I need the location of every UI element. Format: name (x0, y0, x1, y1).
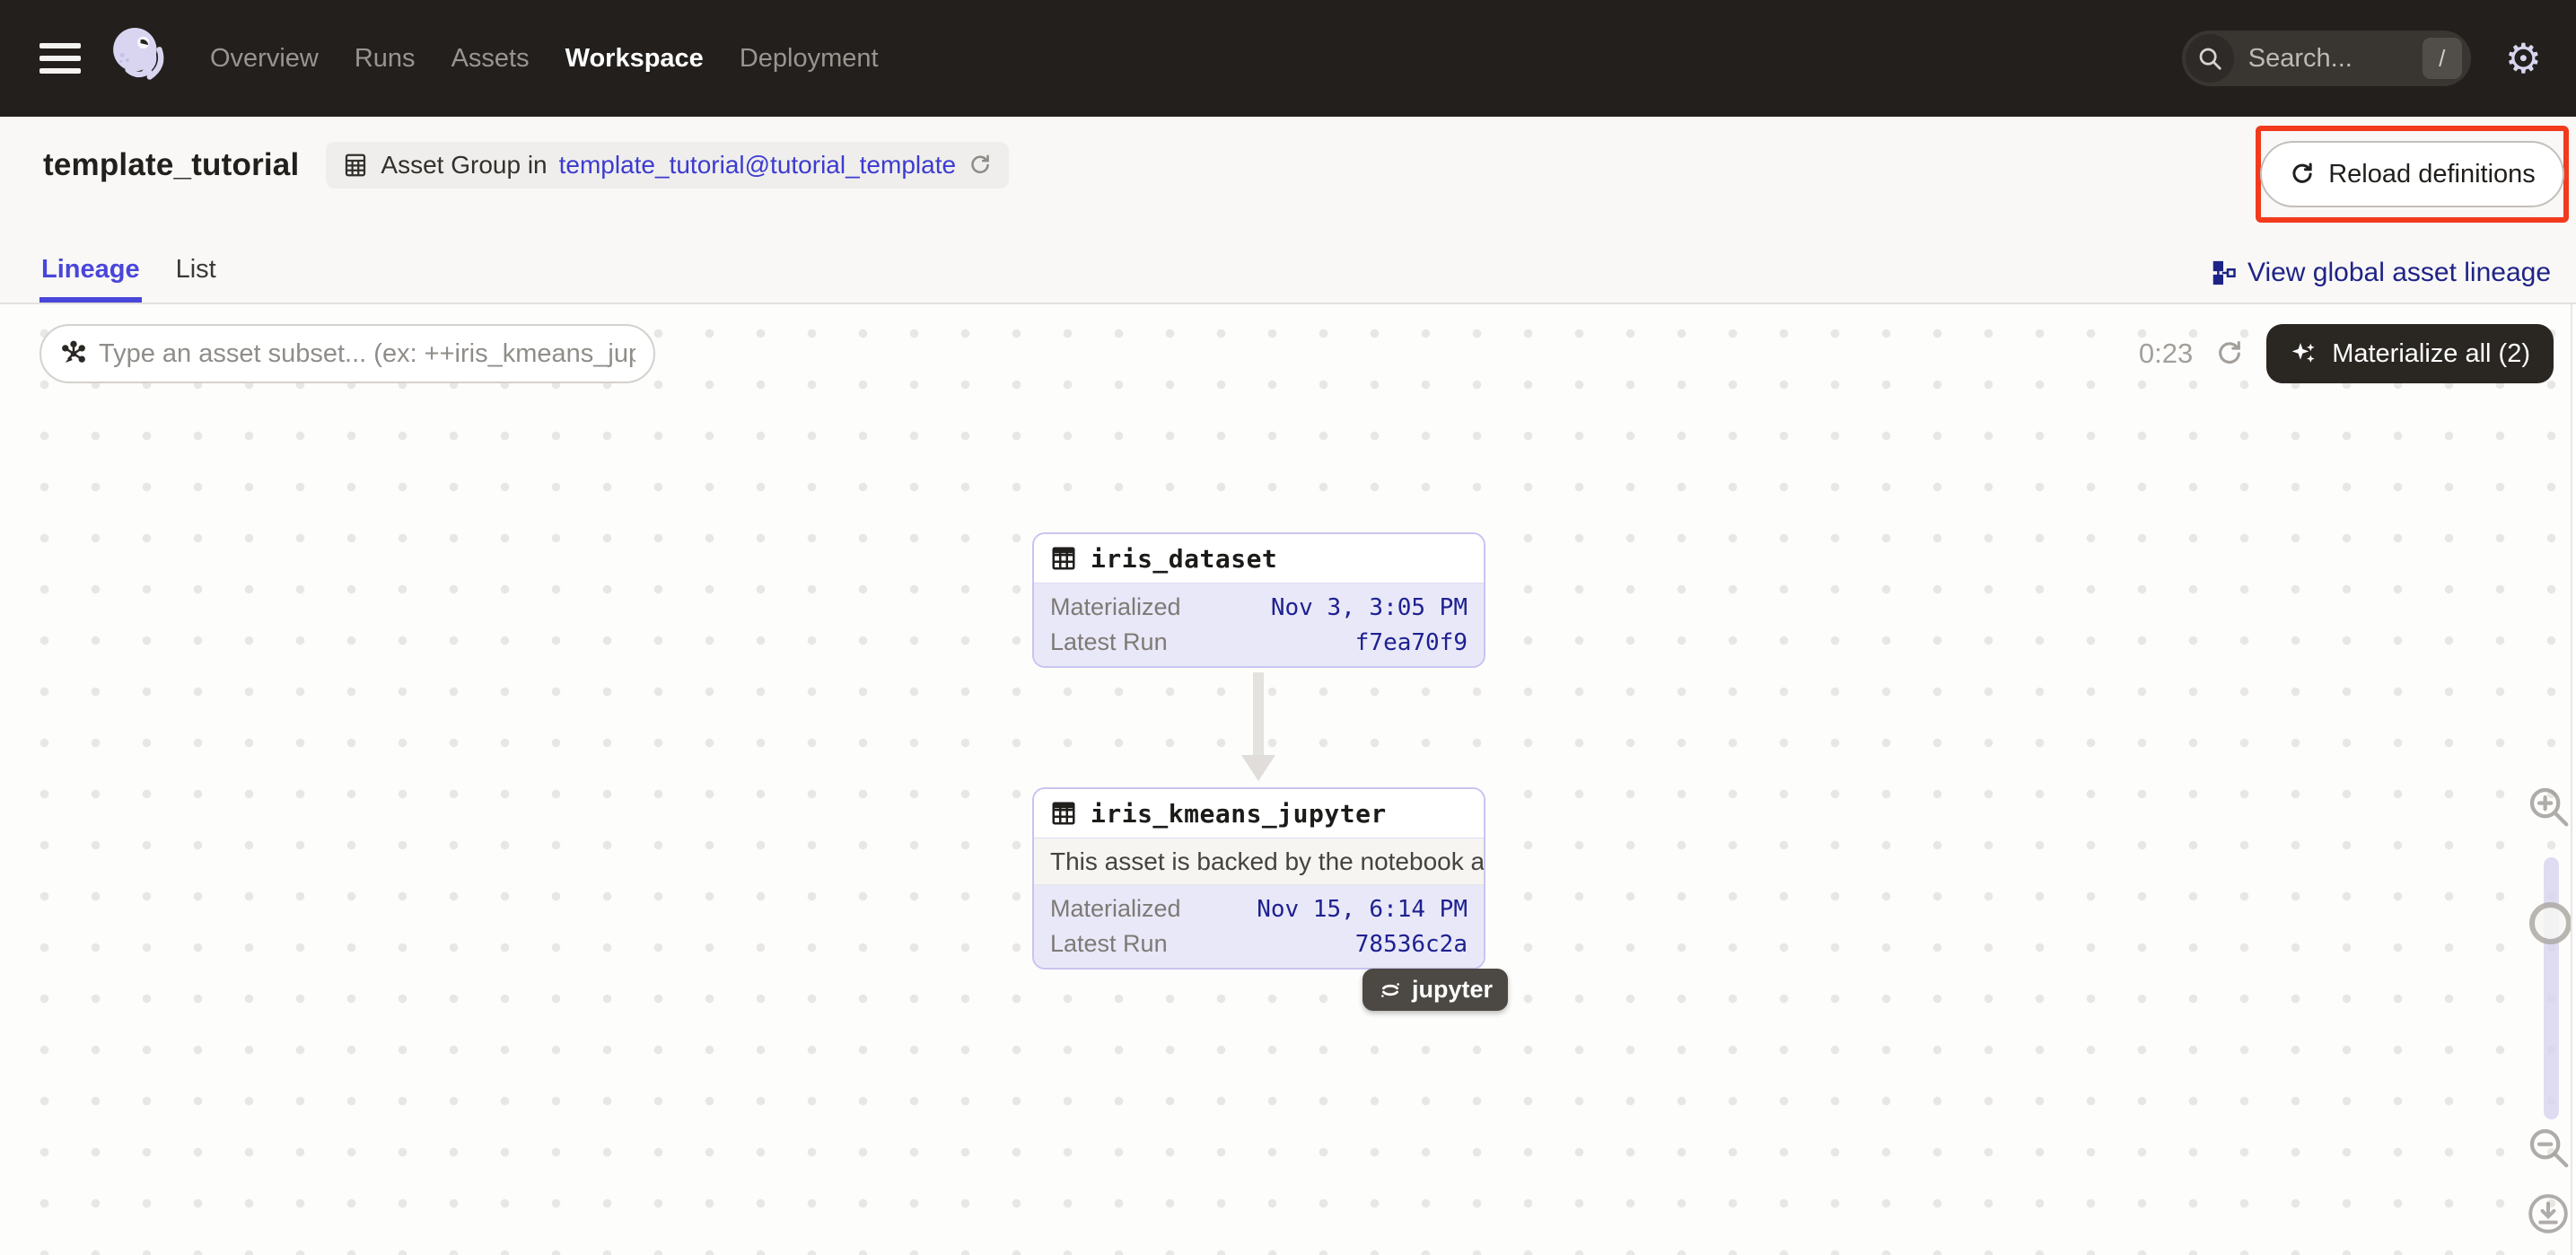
gear-icon[interactable]: ⚙ (2505, 38, 2542, 79)
latest-run-id-link[interactable]: 78536c2a (1355, 931, 1468, 958)
search-input[interactable]: Search... / (2182, 31, 2471, 86)
tabs-row: Lineage List View global asset lineage (0, 255, 2576, 303)
asset-subset-filter[interactable] (39, 324, 655, 383)
materialized-row: Materialized Nov 15, 6:14 PM (1034, 891, 1484, 926)
asset-group-badge: Asset Group in template_tutorial@tutoria… (326, 142, 1009, 189)
nav-item-runs[interactable]: Runs (355, 44, 416, 74)
nav-item-overview[interactable]: Overview (210, 44, 319, 74)
page-title: template_tutorial (43, 147, 299, 183)
asset-node-body: Materialized Nov 15, 6:14 PM Latest Run … (1034, 885, 1484, 968)
jupyter-icon (1378, 978, 1403, 1003)
breadcrumb-link[interactable]: template_tutorial@tutorial_template (559, 151, 956, 180)
table-icon (1050, 545, 1077, 572)
materialized-timestamp-link[interactable]: Nov 15, 6:14 PM (1257, 896, 1468, 923)
download-image-icon[interactable] (2526, 1191, 2571, 1241)
refresh-graph-icon[interactable] (2214, 338, 2245, 369)
zoom-in-icon[interactable] (2524, 782, 2572, 835)
asset-subset-input[interactable] (99, 339, 635, 369)
zoom-out-icon[interactable] (2524, 1123, 2572, 1176)
tab-list[interactable]: List (174, 255, 218, 303)
search-placeholder: Search... (2248, 44, 2423, 74)
reload-definitions-label: Reload definitions (2328, 160, 2536, 189)
materialize-all-label: Materialize all (2) (2332, 339, 2530, 369)
primary-nav: Overview Runs Assets Workspace Deploymen… (210, 44, 879, 74)
table-icon (1050, 800, 1077, 827)
nav-item-workspace[interactable]: Workspace (565, 44, 704, 74)
asset-node-header: iris_kmeans_jupyter (1034, 789, 1484, 838)
op-selector-icon (59, 339, 88, 368)
materialize-all-button[interactable]: Materialize all (2) (2266, 324, 2554, 383)
view-global-asset-lineage-link[interactable]: View global asset lineage (2210, 258, 2551, 303)
tab-lineage[interactable]: Lineage (39, 255, 142, 303)
page-header: template_tutorial Asset Group in templat… (0, 117, 2576, 304)
refresh-icon (2289, 161, 2316, 188)
graph-toolbar-right: 0:23 Materialize all (2) (2139, 324, 2554, 383)
compute-kind-tag-label: jupyter (1412, 976, 1493, 1004)
asset-lineage-canvas[interactable]: 0:23 Materialize all (2) (0, 304, 2576, 1255)
nav-item-deployment[interactable]: Deployment (740, 44, 879, 74)
breadcrumb-prefix: Asset Group in (381, 151, 547, 180)
asset-node-iris-dataset[interactable]: iris_dataset Materialized Nov 3, 3:05 PM… (1032, 532, 1485, 668)
asset-node-iris-kmeans-jupyter[interactable]: iris_kmeans_jupyter This asset is backed… (1032, 787, 1485, 970)
menu-icon[interactable] (39, 43, 81, 74)
scrollbar-gutter (2571, 304, 2576, 1255)
asset-group-icon (342, 152, 369, 179)
top-navigation-bar: Overview Runs Assets Workspace Deploymen… (0, 0, 2576, 117)
refresh-timer: 0:23 (2139, 338, 2193, 370)
materialized-timestamp-link[interactable]: Nov 3, 3:05 PM (1271, 594, 1468, 621)
asset-node-header: iris_dataset (1034, 534, 1484, 584)
red-highlight-annotation: Reload definitions (2256, 126, 2569, 223)
dagster-workspace-page: Overview Runs Assets Workspace Deploymen… (0, 0, 2576, 1255)
zoom-slider-track[interactable] (2544, 857, 2559, 1119)
asset-description: This asset is backed by the notebook at … (1034, 838, 1484, 885)
search-shortcut-key: / (2423, 38, 2462, 79)
search-icon (2186, 34, 2234, 83)
compute-kind-tag-jupyter[interactable]: jupyter (1362, 969, 1508, 1011)
lineage-graph-icon (2210, 259, 2237, 286)
materialized-row: Materialized Nov 3, 3:05 PM (1034, 590, 1484, 625)
lineage-edge (1253, 672, 1264, 757)
reload-definitions-button[interactable]: Reload definitions (2260, 141, 2564, 207)
sparkles-icon (2290, 339, 2318, 368)
breadcrumb-refresh-icon[interactable] (968, 153, 993, 178)
dagster-logo-icon[interactable] (104, 22, 174, 96)
asset-name: iris_dataset (1091, 544, 1277, 574)
latest-run-row: Latest Run 78536c2a (1034, 926, 1484, 961)
title-row: template_tutorial Asset Group in templat… (43, 142, 1009, 189)
zoom-slider-handle[interactable] (2529, 902, 2572, 944)
latest-run-id-link[interactable]: f7ea70f9 (1355, 629, 1468, 656)
asset-name: iris_kmeans_jupyter (1091, 799, 1387, 829)
view-global-asset-lineage-label: View global asset lineage (2247, 258, 2551, 288)
nav-item-assets[interactable]: Assets (451, 44, 530, 74)
lineage-edge-arrowhead (1241, 755, 1275, 781)
asset-node-body: Materialized Nov 3, 3:05 PM Latest Run f… (1034, 584, 1484, 666)
latest-run-row: Latest Run f7ea70f9 (1034, 625, 1484, 660)
